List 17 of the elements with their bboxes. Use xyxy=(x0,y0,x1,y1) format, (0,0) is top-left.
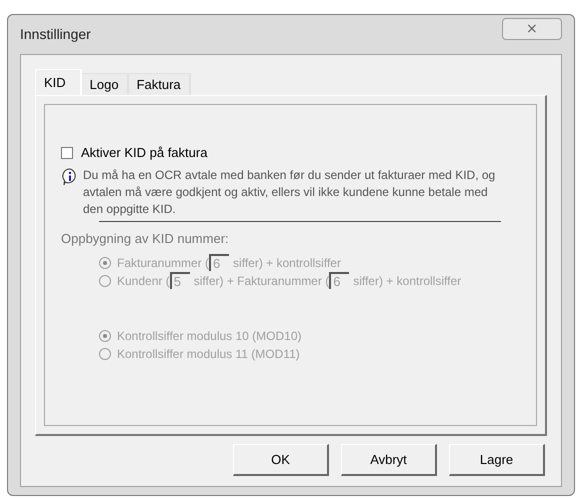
option-text: Fakturanummer ( xyxy=(117,254,210,272)
section-label: Oppbygning av KID nummer: xyxy=(61,230,230,248)
checkbox-label[interactable]: Aktiver KID på faktura xyxy=(81,143,208,162)
info-text: Du må ha en OCR avtale med banken før du sender ut fakturaer med KID, og avtalen må være godkjent og aktiv, ellers vil ikke kundene kunne betale med den oppgitte KID. xyxy=(83,166,496,218)
checkbox[interactable] xyxy=(61,146,73,159)
tab[interactable]: Logo xyxy=(82,73,129,95)
option-text: Kundenr ( xyxy=(117,272,170,290)
dialog-button[interactable]: OK xyxy=(233,444,329,476)
close-button[interactable]: ⨯ xyxy=(502,18,562,40)
option-text: siffer) + kontrollsiffer xyxy=(233,254,341,272)
dialog-button[interactable]: Lagre xyxy=(449,444,545,476)
tab[interactable]: Faktura xyxy=(128,73,191,95)
window-title: Innstillinger xyxy=(20,25,91,44)
tab[interactable]: KID xyxy=(35,69,82,95)
option-text: siffer) + Fakturanummer ( xyxy=(194,272,330,290)
dialog-button[interactable]: Avbryt xyxy=(341,444,437,476)
option-text: siffer) + kontrollsiffer xyxy=(353,272,462,290)
